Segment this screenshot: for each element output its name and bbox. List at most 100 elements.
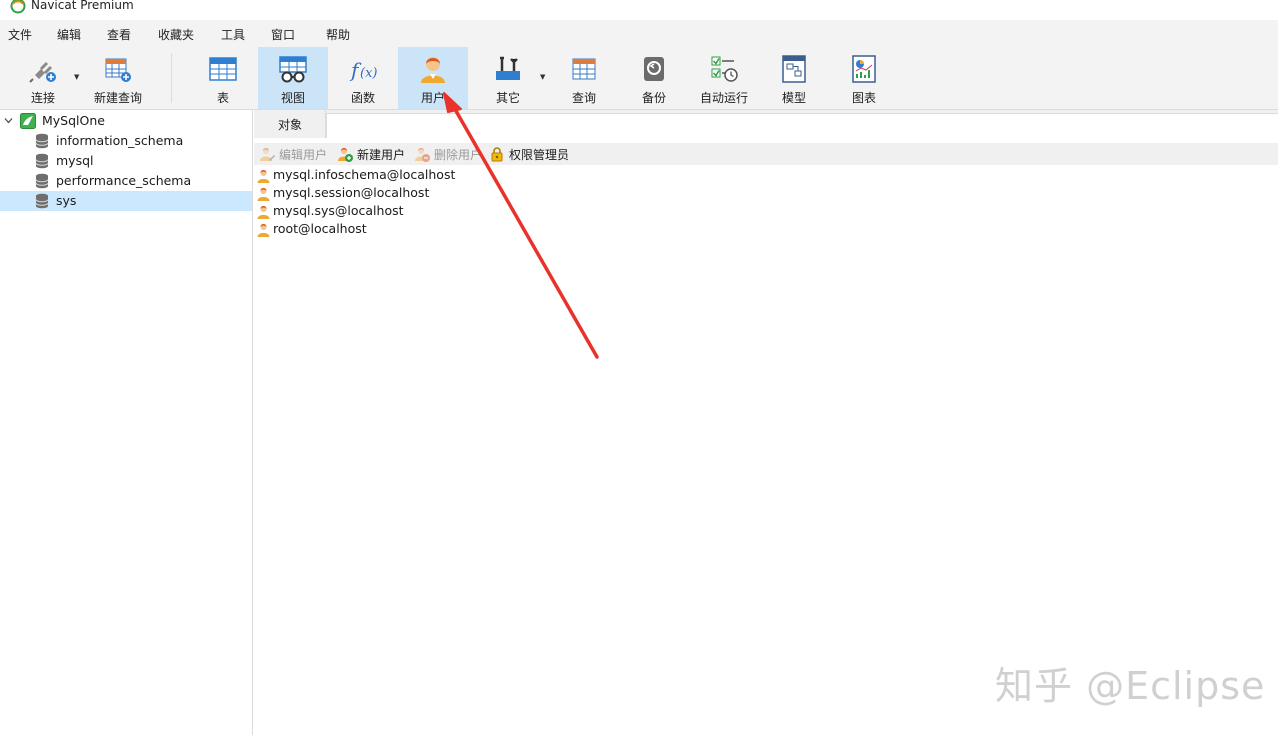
- tab-bar: 对象: [254, 110, 1278, 138]
- action-label: 编辑用户: [279, 148, 328, 162]
- menu-file[interactable]: 文件: [8, 26, 32, 43]
- object-panel: 对象 编辑用户 新建用户 删除用户 权限管理员 mysql.infoschema@lo…: [254, 110, 1278, 735]
- navigation-pane: MySqlOne information_schemamysql performa…: [0, 110, 253, 735]
- toolbar-backup-label: 备份: [641, 91, 666, 105]
- user-list-item[interactable]: mysql.session@localhost: [256, 185, 556, 203]
- user-name: mysql.sys@localhost: [273, 203, 404, 218]
- connection-plug-icon: [27, 53, 59, 85]
- navicat-logo-icon: [10, 0, 26, 14]
- user-list-item[interactable]: mysql.infoschema@localhost: [256, 167, 556, 185]
- toolbar-automation-button[interactable]: 自动运行: [690, 47, 758, 109]
- menu-tools[interactable]: 工具: [221, 26, 245, 43]
- menu-help[interactable]: 帮助: [326, 26, 350, 43]
- user-list-item[interactable]: mysql.sys@localhost: [256, 203, 556, 221]
- user-name: mysql.session@localhost: [273, 185, 430, 200]
- tree-node-connection[interactable]: MySqlOne: [0, 111, 252, 131]
- toolbar-user-button[interactable]: 用户: [398, 47, 468, 109]
- user-icon: [417, 53, 449, 85]
- user-name: root@localhost: [273, 221, 367, 236]
- toolbar-user-label: 用户: [420, 91, 445, 105]
- toolbar-function-label: 函数: [350, 91, 375, 105]
- window-title: Navicat Premium: [31, 0, 134, 12]
- toolbar-connect-label: 连接: [30, 91, 55, 105]
- menu-bar: 文件 编辑 查看 收藏夹 工具 窗口 帮助: [0, 20, 1278, 47]
- tools-icon: [492, 53, 524, 85]
- tree-node-database[interactable]: information_schema: [0, 131, 252, 151]
- title-bar: Navicat Premium: [0, 0, 1278, 20]
- database-name: sys: [56, 193, 77, 208]
- database-icon: [35, 173, 49, 189]
- lock-icon: [489, 146, 505, 162]
- toolbar-view-label: 视图: [280, 91, 305, 105]
- tree-node-database[interactable]: sys: [0, 191, 252, 211]
- delete-user-icon: [414, 146, 430, 162]
- action-label: 新建用户: [357, 148, 406, 162]
- action-label: 权限管理员: [509, 148, 570, 162]
- toolbar-chart-label: 图表: [851, 91, 876, 105]
- autorun-icon: [708, 53, 740, 85]
- backup-icon: [638, 53, 670, 85]
- database-icon: [35, 153, 49, 169]
- tree-node-database[interactable]: performance_schema: [0, 171, 252, 191]
- toolbar-connect-button[interactable]: 连接 ▼: [15, 47, 79, 109]
- toolbar-other-button[interactable]: 其它 ▼: [474, 47, 545, 109]
- database-icon: [35, 193, 49, 209]
- toolbar-chart-button[interactable]: 图表: [830, 47, 898, 109]
- toolbar-query-label: 查询: [571, 91, 596, 105]
- toolbar-view-button[interactable]: 视图: [258, 47, 328, 109]
- query-icon: [568, 53, 600, 85]
- tab-objects[interactable]: 对象: [254, 110, 326, 138]
- mysql-connection-icon: [20, 113, 36, 129]
- user-name: mysql.infoschema@localhost: [273, 167, 456, 182]
- table-icon: [207, 53, 239, 85]
- object-toolbar: 编辑用户 新建用户 删除用户 权限管理员: [254, 143, 1278, 165]
- toolbar-backup-button[interactable]: 备份: [620, 47, 688, 109]
- toolbar-query-button[interactable]: 查询: [550, 47, 618, 109]
- toolbar-other-label: 其它: [495, 91, 520, 105]
- view-glasses-icon: [277, 53, 309, 85]
- toolbar-function-button[interactable]: f (x) 函数: [328, 47, 398, 109]
- toolbar-automation-label: 自动运行: [699, 91, 748, 105]
- watermark: 知乎 @Eclipse: [995, 664, 1266, 708]
- tree-node-database[interactable]: mysql: [0, 151, 252, 171]
- chart-icon: [848, 53, 880, 85]
- svg-text:(x): (x): [360, 66, 377, 81]
- action-label: 删除用户: [434, 148, 483, 162]
- function-fx-icon: f (x): [347, 53, 379, 85]
- tab-area: [326, 113, 1278, 138]
- toolbar-separator: [171, 53, 172, 103]
- database-name: information_schema: [56, 133, 184, 148]
- toolbar-new-query-button[interactable]: 新建查询: [88, 47, 148, 109]
- model-icon: [778, 53, 810, 85]
- dropdown-arrow-icon[interactable]: ▼: [540, 73, 545, 81]
- toolbar-table-label: 表: [216, 91, 229, 105]
- privilege-manager-button[interactable]: 权限管理员: [489, 146, 576, 162]
- user-icon: [256, 222, 271, 237]
- user-icon: [256, 168, 271, 183]
- new-user-icon: [337, 146, 353, 162]
- delete-user-button[interactable]: 删除用户: [414, 146, 488, 162]
- user-icon: [256, 204, 271, 219]
- new-user-button[interactable]: 新建用户: [337, 146, 411, 162]
- menu-edit[interactable]: 编辑: [57, 26, 81, 43]
- menu-favorites[interactable]: 收藏夹: [158, 26, 194, 43]
- database-name: mysql: [56, 153, 94, 168]
- user-icon: [256, 186, 271, 201]
- chevron-down-icon[interactable]: [4, 116, 13, 125]
- dropdown-arrow-icon[interactable]: ▼: [74, 73, 79, 81]
- edit-user-button[interactable]: 编辑用户: [259, 146, 333, 162]
- menu-view[interactable]: 查看: [107, 26, 131, 43]
- edit-user-icon: [259, 146, 275, 162]
- menu-window[interactable]: 窗口: [271, 26, 295, 43]
- toolbar-table-button[interactable]: 表: [189, 47, 257, 109]
- toolbar-new-query-label: 新建查询: [93, 91, 142, 105]
- main-toolbar: 连接 ▼ 新建查询 表 视图 f (x) 函数 用户 其它 ▼ 查询 备份 自动运行 模型 图表: [0, 47, 1278, 110]
- connection-name: MySqlOne: [42, 113, 105, 128]
- tab-objects-label: 对象: [278, 118, 303, 132]
- toolbar-model-label: 模型: [781, 91, 806, 105]
- new-query-icon: [102, 53, 134, 85]
- database-name: performance_schema: [56, 173, 192, 188]
- database-icon: [35, 133, 49, 149]
- user-list-item[interactable]: root@localhost: [256, 221, 556, 239]
- toolbar-model-button[interactable]: 模型: [760, 47, 828, 109]
